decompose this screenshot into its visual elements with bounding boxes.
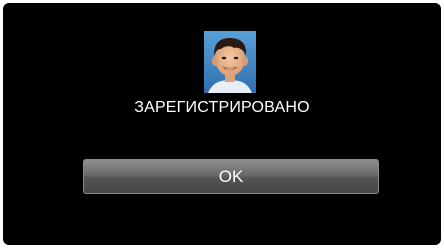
ok-button[interactable]: OK bbox=[83, 159, 379, 194]
registration-status-text: ЗАРЕГИСТРИРОВАНО bbox=[134, 99, 310, 116]
registration-complete-screen: ЗАРЕГИСТРИРОВАНО OK bbox=[3, 3, 441, 245]
registered-face-thumbnail bbox=[204, 31, 256, 93]
